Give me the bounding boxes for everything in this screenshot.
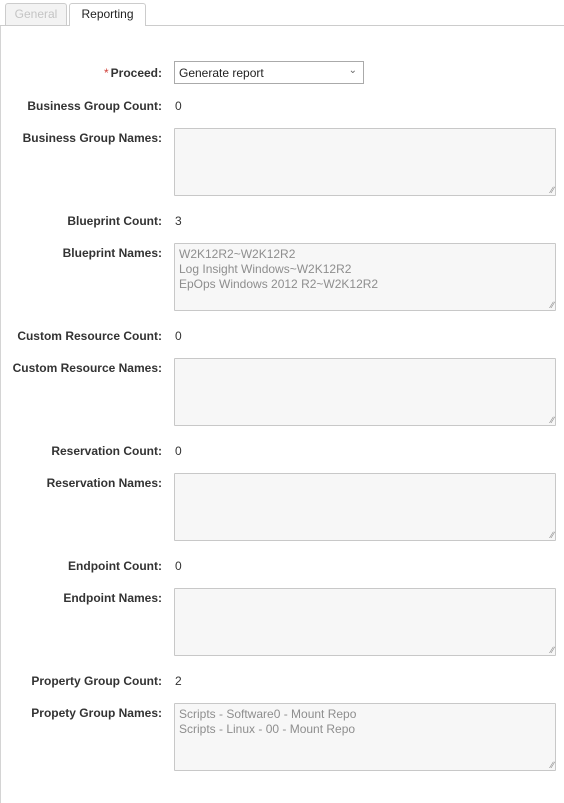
endpoint-names-textarea[interactable]: ∕∕: [174, 588, 556, 656]
resize-grip-icon[interactable]: ∕∕: [551, 761, 554, 770]
textarea-line: Scripts - Linux - 00 - Mount Repo: [179, 722, 356, 736]
reservation-names-label: Reservation Names:: [46, 476, 162, 490]
textarea-line: W2K12R2~W2K12R2: [179, 247, 296, 261]
resize-grip-icon[interactable]: ∕∕: [551, 531, 554, 540]
textarea-line: EpOps Windows 2012 R2~W2K12R2: [179, 277, 379, 291]
resize-grip-icon[interactable]: ∕∕: [551, 186, 554, 195]
reservation-count-value: 0: [175, 444, 182, 458]
endpoint-names-label: Endpoint Names:: [63, 591, 162, 605]
endpoint-count-value: 0: [175, 559, 182, 573]
property-group-names-textarea[interactable]: Scripts - Software0 - Mount Repo Scripts …: [174, 703, 556, 771]
business-group-names-textarea[interactable]: ∕∕: [174, 128, 556, 196]
resize-grip-icon[interactable]: ∕∕: [551, 646, 554, 655]
proceed-label: * Proceed:: [104, 66, 162, 80]
property-group-count-label: Property Group Count:: [31, 674, 162, 688]
custom-resource-count-label: Custom Resource Count:: [17, 329, 162, 343]
custom-resource-count-value: 0: [175, 329, 182, 343]
textarea-line: Log Insight Windows~W2K12R2: [179, 262, 352, 276]
blueprint-count-value: 3: [175, 214, 182, 228]
required-marker: *: [103, 66, 109, 80]
chevron-down-icon: ⌄: [348, 65, 357, 76]
endpoint-count-label: Endpoint Count:: [68, 559, 162, 573]
blueprint-names-textarea[interactable]: W2K12R2~W2K12R2 Log Insight Windows~W2K12…: [174, 243, 556, 311]
property-group-names-label: Propety Group Names:: [31, 706, 162, 720]
property-group-count-value: 2: [175, 674, 182, 688]
resize-grip-icon[interactable]: ∕∕: [551, 416, 554, 425]
resize-grip-icon[interactable]: ∕∕: [551, 301, 554, 310]
textarea-line: Scripts - Software0 - Mount Repo: [179, 707, 357, 721]
tab-bar: General Reporting: [0, 0, 564, 26]
reservation-names-textarea[interactable]: ∕∕: [174, 473, 556, 541]
proceed-select-value: Generate report: [179, 66, 264, 80]
proceed-label-text: Proceed:: [110, 66, 162, 80]
tab-reporting[interactable]: Reporting: [69, 3, 146, 26]
business-group-names-label: Business Group Names:: [22, 131, 162, 145]
business-group-count-label: Business Group Count:: [27, 99, 162, 113]
business-group-count-value: 0: [175, 99, 182, 113]
blueprint-count-label: Blueprint Count:: [67, 214, 162, 228]
custom-resource-names-textarea[interactable]: ∕∕: [174, 358, 556, 426]
tab-general[interactable]: General: [5, 3, 67, 25]
reservation-count-label: Reservation Count:: [51, 444, 162, 458]
proceed-select[interactable]: Generate report ⌄: [174, 61, 364, 84]
custom-resource-names-label: Custom Resource Names:: [12, 361, 162, 375]
blueprint-names-label: Blueprint Names:: [62, 246, 162, 260]
